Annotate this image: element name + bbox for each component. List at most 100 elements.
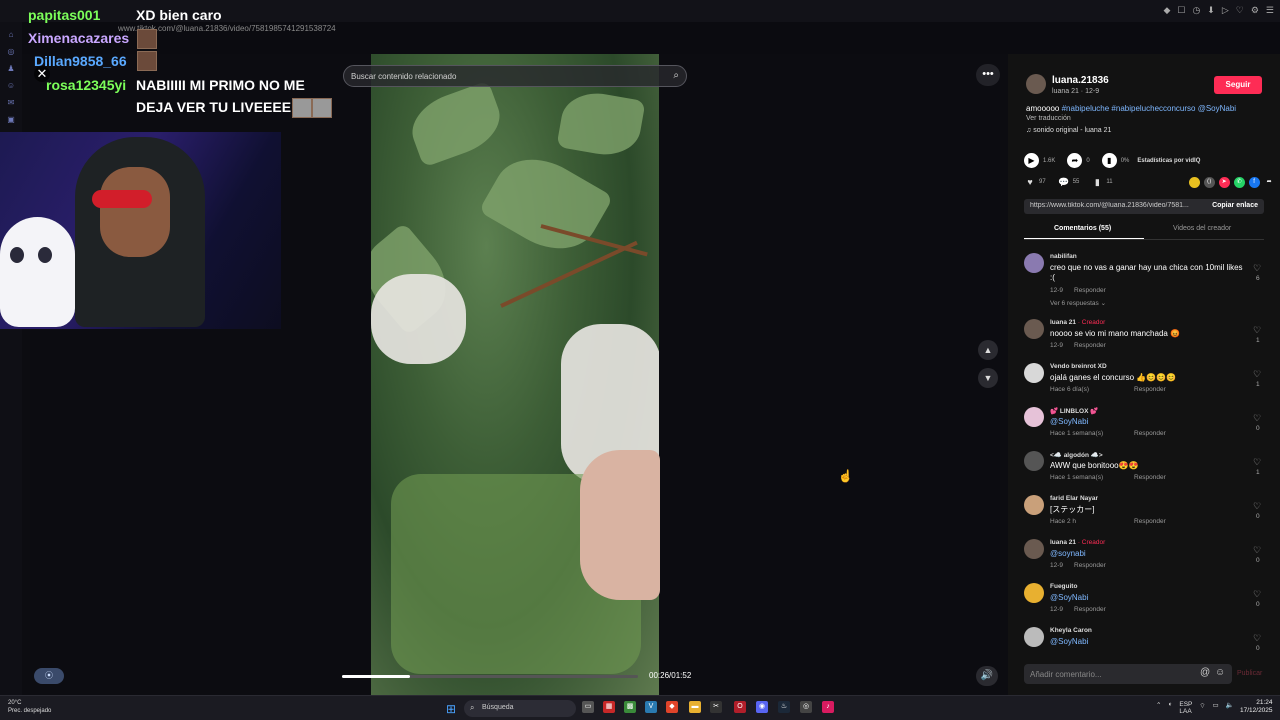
speaker-icon[interactable]: 🔈 — [1226, 701, 1234, 715]
commenter-avatar[interactable] — [1024, 253, 1044, 273]
tab-comments[interactable]: Comentarios (55) — [1054, 225, 1111, 232]
comment-like-icon[interactable]: ♡ — [1253, 501, 1261, 512]
wifi-icon[interactable]: ⌔ — [1199, 701, 1205, 715]
follow-button[interactable]: Seguir — [1214, 76, 1262, 94]
task-view-icon[interactable]: ▭ — [582, 701, 594, 713]
capcut-icon[interactable]: ✂ — [710, 701, 722, 713]
comment-input[interactable] — [1030, 668, 1190, 680]
author-avatar[interactable] — [1026, 74, 1046, 94]
weather-widget[interactable]: 20°C Prec. despejado — [8, 699, 51, 715]
search-input[interactable] — [351, 69, 651, 83]
heart-icon[interactable]: ♥ — [1024, 176, 1036, 188]
reply-button[interactable]: Responder — [1134, 518, 1166, 525]
commenter-name[interactable]: farid Elar Nayar — [1050, 495, 1098, 502]
tray-app-icon[interactable]: ◐ — [1168, 701, 1172, 715]
menu-icon[interactable]: ☰ — [1266, 5, 1274, 16]
comment-icon[interactable]: 💬 — [1058, 176, 1070, 188]
volume-icon[interactable]: 🔊 — [976, 666, 998, 686]
reply-button[interactable]: Responder — [1074, 562, 1106, 569]
video-progress-bar[interactable] — [342, 675, 638, 678]
comment-like-icon[interactable]: ♡ — [1253, 633, 1261, 644]
system-clock[interactable]: 21:24 17/12/2025 — [1240, 699, 1273, 715]
commenter-avatar[interactable] — [1024, 495, 1044, 515]
battery-icon[interactable]: ▭ — [1213, 701, 1219, 715]
commenter-avatar[interactable] — [1024, 627, 1044, 647]
history-icon[interactable]: ◷ — [1192, 5, 1200, 16]
taskbar-search[interactable]: ⌕ Búsqueda — [464, 700, 576, 717]
brave-icon[interactable]: ◆ — [666, 701, 678, 713]
play-icon[interactable]: ▷ — [1222, 5, 1229, 16]
comment-like-icon[interactable]: ♡ — [1253, 325, 1261, 336]
more-options-button[interactable]: ••• — [976, 64, 1000, 86]
extension-icon[interactable]: ◆ — [1163, 5, 1170, 16]
coin-icon[interactable] — [1188, 176, 1200, 188]
language-indicator[interactable]: ESP LAA — [1179, 701, 1192, 715]
home-icon[interactable]: ⌂ — [0, 30, 22, 39]
friends-icon[interactable]: ☺ — [0, 81, 22, 90]
comment-composer[interactable]: @ ☺ — [1024, 664, 1232, 684]
commenter-name[interactable]: luana 21 · Creador — [1050, 319, 1105, 326]
commenter-name[interactable]: 💕 LINBLOX 💕 — [1050, 407, 1098, 415]
steam-icon[interactable]: ♨ — [778, 701, 790, 713]
commenter-name[interactable]: Kheyla Caron — [1050, 627, 1092, 634]
comment-like-icon[interactable]: ♡ — [1253, 369, 1261, 380]
stats-bar-icon[interactable]: ▮ — [1101, 153, 1117, 168]
download-icon[interactable]: ⬇ — [1207, 5, 1215, 16]
emoji-icon[interactable]: ☺ — [1215, 667, 1225, 678]
search-icon[interactable]: ⌕ — [673, 70, 679, 81]
comment-like-icon[interactable]: ♡ — [1253, 457, 1261, 468]
commenter-avatar[interactable] — [1024, 407, 1044, 427]
commenter-avatar[interactable] — [1024, 583, 1044, 603]
chevron-down-icon[interactable]: ▼ — [978, 368, 998, 388]
commenter-name[interactable]: <☁️ algodón ☁️> — [1050, 451, 1103, 459]
share-link[interactable]: https://www.tiktok.com/@luana.21836/vide… — [1030, 202, 1200, 209]
commenter-avatar[interactable] — [1024, 451, 1044, 471]
commenter-avatar[interactable] — [1024, 539, 1044, 559]
live-toggle[interactable]: ⦿ — [34, 668, 64, 684]
reply-button[interactable]: Responder — [1074, 342, 1106, 349]
translate-link[interactable]: Ver traducción — [1026, 115, 1071, 122]
comment-like-icon[interactable]: ♡ — [1253, 545, 1261, 556]
tiktok-icon[interactable]: ♪ — [822, 701, 834, 713]
send-icon[interactable]: ➤ — [1218, 176, 1230, 188]
discord-icon[interactable]: ◉ — [756, 701, 768, 713]
explore-icon[interactable]: ◎ — [0, 47, 22, 56]
tray-chevron-icon[interactable]: ⌃ — [1156, 701, 1161, 715]
chrome-icon[interactable]: ◎ — [800, 701, 812, 713]
heart-icon[interactable]: ♡ — [1236, 5, 1244, 16]
reply-button[interactable]: Responder — [1134, 386, 1166, 393]
commenter-avatar[interactable] — [1024, 319, 1044, 339]
commenter-name[interactable]: Fueguito — [1050, 583, 1077, 590]
play-icon[interactable]: ▶ — [1024, 153, 1039, 168]
comment-like-icon[interactable]: ♡ — [1253, 263, 1261, 274]
embed-icon[interactable]: ⟨⟩ — [1203, 176, 1215, 188]
vidiq-label[interactable]: Estadísticas por vidIQ — [1137, 158, 1200, 164]
messages-icon[interactable]: ✉ — [0, 98, 22, 107]
reply-button[interactable]: Responder — [1134, 474, 1166, 481]
minecraft-icon[interactable]: ▩ — [624, 701, 636, 713]
facebook-icon[interactable]: f — [1248, 176, 1260, 188]
calendar-app-icon[interactable]: ▦ — [603, 701, 615, 713]
author-username[interactable]: luana.21836 — [1052, 75, 1109, 86]
opera-icon[interactable]: O — [734, 701, 746, 713]
related-search[interactable]: ⌕ — [343, 65, 687, 87]
mention-icon[interactable]: @ — [1200, 667, 1210, 678]
commenter-name[interactable]: Vendo breinrot XD — [1050, 363, 1107, 370]
bookmark-icon[interactable]: ▮ — [1091, 176, 1103, 188]
windows-start-icon[interactable]: ⊞ — [446, 702, 456, 716]
profile-icon[interactable]: ▣ — [0, 115, 22, 124]
comment-like-icon[interactable]: ♡ — [1253, 589, 1261, 600]
reply-button[interactable]: Responder — [1134, 430, 1166, 437]
whatsapp-icon[interactable]: ✆ — [1233, 176, 1245, 188]
following-icon[interactable]: ♟ — [0, 64, 22, 73]
comment-like-icon[interactable]: ♡ — [1253, 413, 1261, 424]
vscode-icon[interactable]: V — [645, 701, 657, 713]
tab-creator-videos[interactable]: Videos del creador — [1173, 225, 1231, 232]
commenter-name[interactable]: nabilifan — [1050, 253, 1077, 260]
commenter-name[interactable]: luana 21 · Creador — [1050, 539, 1105, 546]
share-arrow-icon[interactable]: ➦ — [1067, 153, 1083, 168]
music-info[interactable]: ♫ sonido original - luana 21 — [1026, 127, 1111, 134]
copy-link-button[interactable]: Copiar enlace — [1212, 202, 1258, 209]
view-replies-button[interactable]: Ver 6 respuestas ⌄ — [1050, 299, 1106, 307]
bookmark-icon[interactable]: ☐ — [1177, 5, 1185, 16]
